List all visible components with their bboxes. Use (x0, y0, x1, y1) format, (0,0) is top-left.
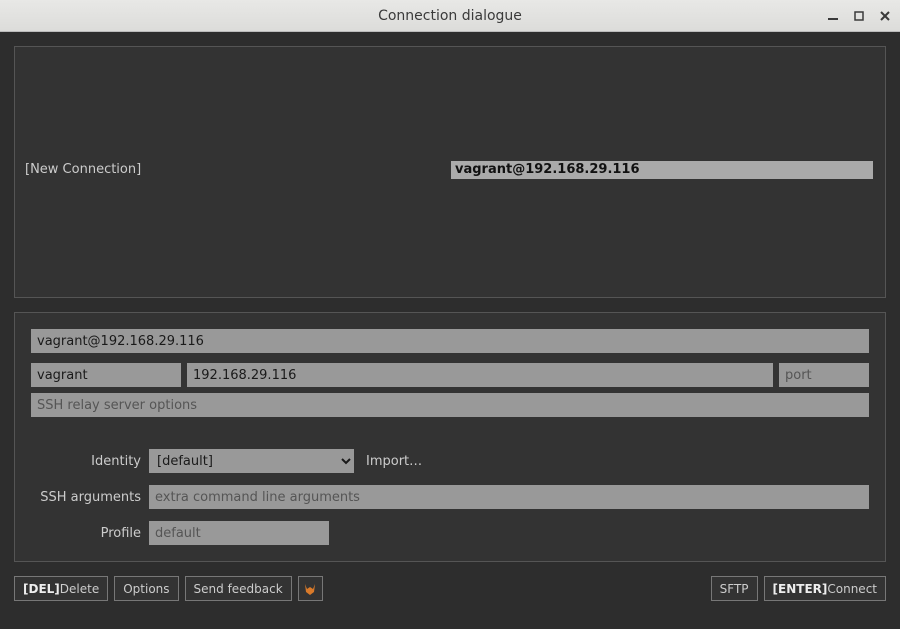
username-input[interactable] (31, 363, 181, 387)
maximize-icon[interactable] (852, 9, 866, 23)
description-input[interactable] (31, 329, 869, 353)
bottom-bar: [DEL] Delete Options Send feedback SFTP … (14, 576, 886, 601)
host-input[interactable] (187, 363, 773, 387)
ssh-arguments-label: SSH arguments (31, 490, 149, 505)
main-area: [New Connection] vagrant@192.168.29.116 … (0, 32, 900, 629)
identity-label: Identity (31, 454, 149, 469)
profile-input[interactable] (149, 521, 329, 545)
relay-options-input[interactable] (31, 393, 869, 417)
sftp-button[interactable]: SFTP (711, 576, 758, 601)
close-icon[interactable] (878, 9, 892, 23)
port-input[interactable] (779, 363, 869, 387)
import-link[interactable]: Import… (366, 454, 422, 469)
delete-button[interactable]: [DEL] Delete (14, 576, 108, 601)
fox-icon-button[interactable] (298, 576, 323, 601)
minimize-icon[interactable] (826, 9, 840, 23)
ssh-arguments-input[interactable] (149, 485, 869, 509)
selected-connection-item[interactable]: vagrant@192.168.29.116 (451, 161, 873, 179)
new-connection-item[interactable]: [New Connection] (25, 161, 141, 179)
profile-label: Profile (31, 526, 149, 541)
form-panel: Identity [default] Import… SSH arguments… (14, 312, 886, 562)
connect-button[interactable]: [ENTER] Connect (764, 576, 886, 601)
titlebar-controls (826, 0, 892, 31)
identity-select[interactable]: [default] (149, 449, 354, 473)
options-button[interactable]: Options (114, 576, 178, 601)
send-feedback-button[interactable]: Send feedback (185, 576, 292, 601)
window-title: Connection dialogue (378, 8, 522, 24)
titlebar: Connection dialogue (0, 0, 900, 32)
connection-list-panel: [New Connection] vagrant@192.168.29.116 (14, 46, 886, 298)
